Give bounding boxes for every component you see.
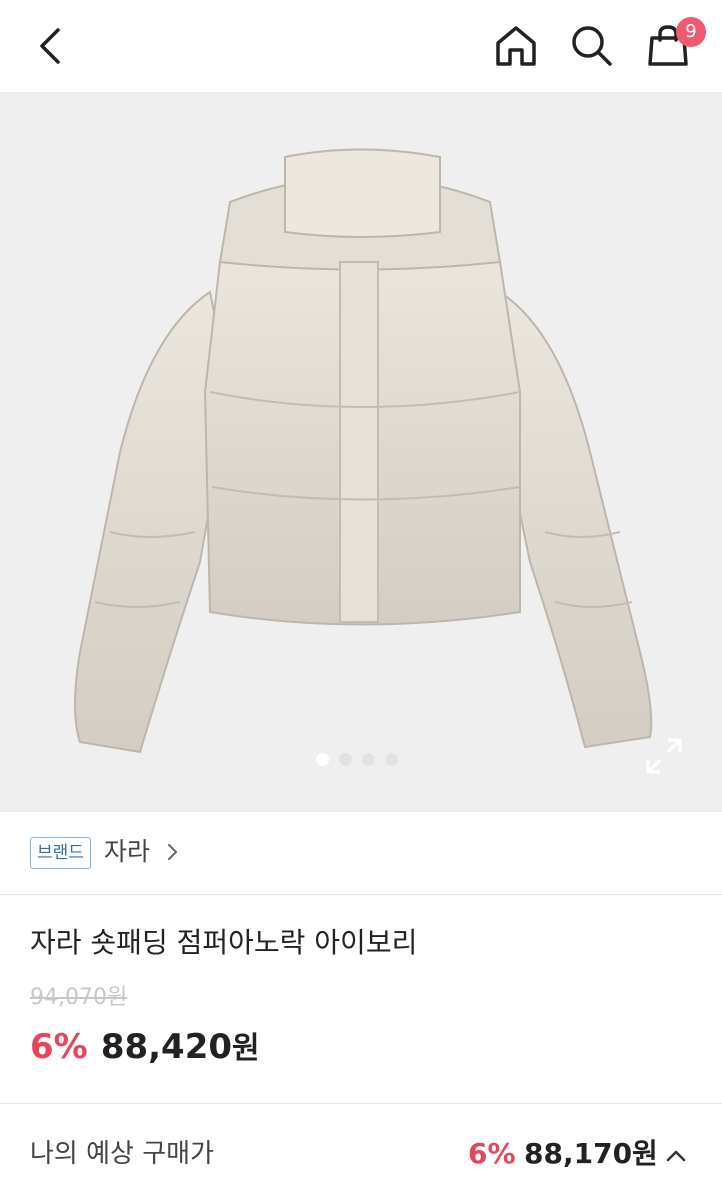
back-arrow-icon — [40, 28, 60, 64]
discount-rate: 6% — [30, 1027, 88, 1067]
product-info: 자라 숏패딩 점퍼아노락 아이보리 94,070원 6% 88,420원 — [0, 895, 722, 1103]
chevron-right-icon — [168, 844, 177, 860]
product-image — [74, 148, 653, 754]
expected-price: 88,170원 — [524, 1137, 658, 1170]
carousel-dot[interactable] — [362, 753, 375, 766]
product-title: 자라 숏패딩 점퍼아노락 아이보리 — [30, 926, 418, 959]
expected-discount-rate: 6% — [468, 1137, 516, 1170]
product-image-gallery[interactable] — [0, 92, 722, 812]
top-navigation-bar: 9 — [0, 0, 722, 92]
search-button[interactable] — [568, 22, 616, 70]
home-button[interactable] — [492, 22, 540, 70]
expected-price-row[interactable]: 나의 예상 구매가 6% 88,170원 — [0, 1103, 722, 1201]
carousel-dot[interactable] — [316, 753, 329, 766]
brand-name[interactable]: 자라 — [104, 834, 150, 870]
cart-count-badge: 9 — [676, 17, 706, 47]
currency-unit: 원 — [232, 1031, 260, 1066]
home-icon — [496, 26, 536, 66]
carousel-dot[interactable] — [385, 753, 398, 766]
brand-tag: 브랜드 — [30, 837, 91, 869]
expected-price-label: 나의 예상 구매가 — [30, 1139, 214, 1169]
carousel-dot[interactable] — [339, 753, 352, 766]
chevron-up-icon[interactable] — [664, 1144, 688, 1168]
brand-link[interactable]: 브랜드 자라 — [0, 812, 722, 895]
original-price: 94,070원 — [30, 985, 128, 1010]
sale-price: 88,420 — [100, 1027, 233, 1067]
expand-icon — [646, 738, 682, 774]
search-icon — [572, 26, 612, 66]
back-button[interactable] — [28, 22, 76, 70]
expand-image-button[interactable] — [644, 736, 684, 776]
sale-price-row: 6% 88,420원 — [30, 1023, 260, 1077]
carousel-indicator[interactable] — [316, 753, 398, 766]
